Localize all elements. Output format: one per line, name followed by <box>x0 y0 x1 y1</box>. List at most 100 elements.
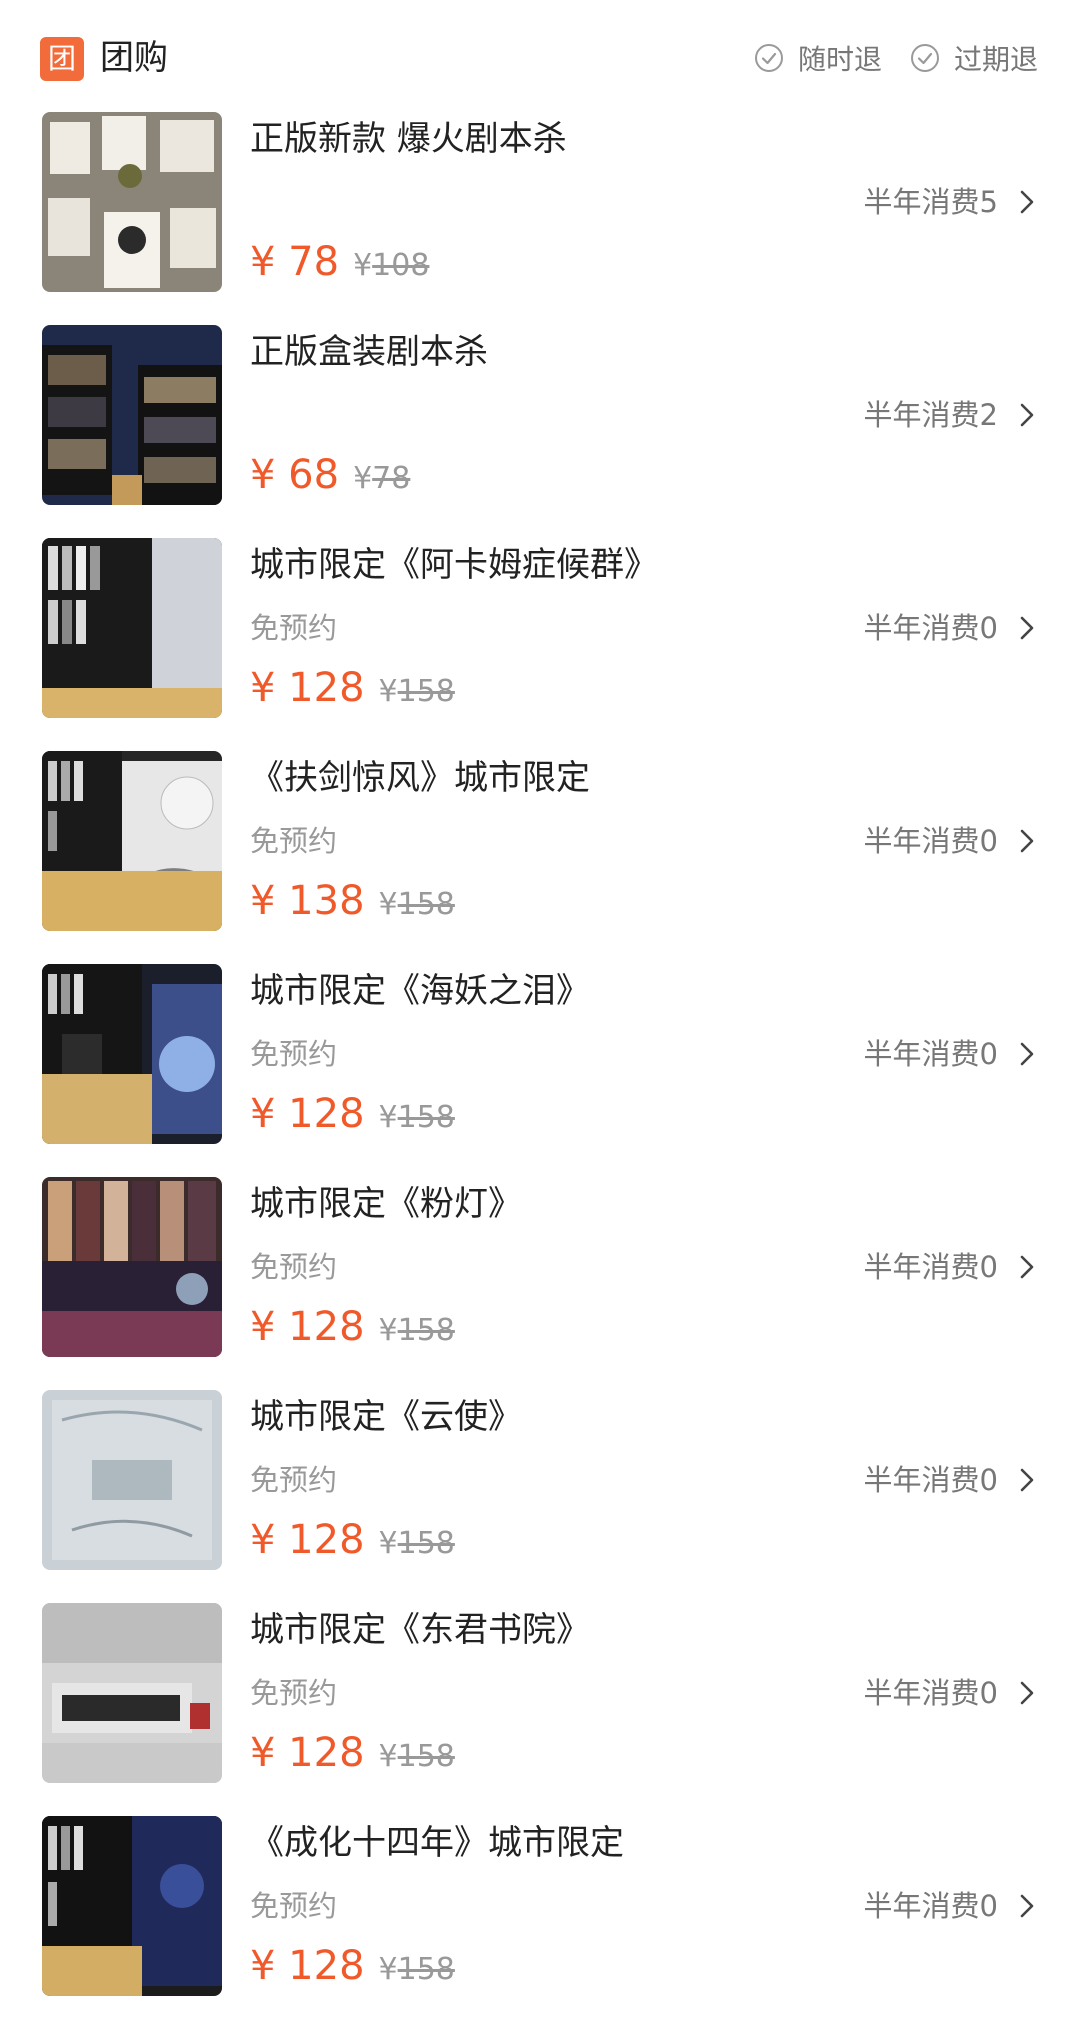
deal-original-price: ¥158 <box>379 1100 455 1135</box>
deal-price: ¥ 128 <box>250 1514 365 1566</box>
deal-sales-link[interactable]: 半年消费0 <box>864 1886 1038 1926</box>
groupbuy-logo-icon: 团 <box>40 37 84 81</box>
deal-item[interactable]: 城市限定《云使》 免预约 ¥ 128 ¥158 半年消费0 <box>0 1390 1080 1603</box>
chevron-right-icon <box>1020 190 1034 214</box>
deal-title: 城市限定《海妖之泪》 <box>250 971 590 1011</box>
deal-thumbnail <box>42 1603 222 1783</box>
deal-thumbnail-image <box>42 1603 222 1783</box>
sales-count: 半年消费0 <box>863 1463 998 1497</box>
deal-sales-link[interactable]: 半年消费0 <box>864 1460 1038 1500</box>
price-gap <box>275 239 288 285</box>
deal-item[interactable]: 正版盒装剧本杀 ¥ 68 ¥78 半年消费2 <box>0 325 1080 538</box>
deal-price: ¥ 78 <box>250 236 339 288</box>
deal-price: ¥ 128 <box>250 1301 365 1353</box>
original-price-value: 158 <box>397 674 455 709</box>
deal-sales-link[interactable]: 半年消费0 <box>864 1247 1038 1287</box>
currency-symbol: ¥ <box>250 665 276 711</box>
deal-sales-link[interactable]: 半年消费5 <box>864 182 1038 222</box>
price-value: 138 <box>288 878 365 924</box>
tag-refund-expired: 过期退 <box>910 38 1038 78</box>
price-value: 68 <box>288 452 340 498</box>
price-row: ¥ 128 ¥158 <box>250 1940 455 1992</box>
deal-thumbnail <box>42 112 222 292</box>
deal-price: ¥ 128 <box>250 662 365 714</box>
currency-symbol: ¥ <box>353 461 373 496</box>
deal-note: 免预约 <box>250 1889 338 1923</box>
deal-original-price: ¥158 <box>379 674 455 709</box>
deal-sales-link[interactable]: 半年消费0 <box>864 821 1038 861</box>
price-row: ¥ 128 ¥158 <box>250 1514 455 1566</box>
price-row: ¥ 128 ¥158 <box>250 1727 455 1779</box>
deal-thumbnail-image <box>42 751 222 931</box>
currency-symbol: ¥ <box>250 452 276 498</box>
price-row: ¥ 128 ¥158 <box>250 1301 455 1353</box>
deal-note: 免预约 <box>250 611 338 645</box>
deal-thumbnail <box>42 538 222 718</box>
price-value: 128 <box>288 1943 365 1989</box>
deal-original-price: ¥108 <box>353 248 429 283</box>
sales-count: 半年消费0 <box>863 1676 998 1710</box>
deal-title: 城市限定《阿卡姆症候群》 <box>250 545 658 585</box>
currency-symbol: ¥ <box>250 1943 276 1989</box>
currency-symbol: ¥ <box>250 1091 276 1137</box>
deal-item[interactable]: 《扶剑惊风》城市限定 免预约 ¥ 138 ¥158 半年消费0 <box>0 751 1080 964</box>
deal-sales-link[interactable]: 半年消费2 <box>864 395 1038 435</box>
original-price-value: 158 <box>397 1526 455 1561</box>
deal-thumbnail-image <box>42 1390 222 1570</box>
deal-price: ¥ 128 <box>250 1088 365 1140</box>
header-tags: 随时退 过期退 <box>726 36 1038 80</box>
deal-price: ¥ 128 <box>250 1940 365 1992</box>
deal-thumbnail <box>42 325 222 505</box>
deal-item[interactable]: 城市限定《海妖之泪》 免预约 ¥ 128 ¥158 半年消费0 <box>0 964 1080 1177</box>
price-gap <box>275 1304 288 1350</box>
deal-sales-link[interactable]: 半年消费0 <box>864 1034 1038 1074</box>
currency-symbol: ¥ <box>378 887 398 922</box>
deal-title: 《扶剑惊风》城市限定 <box>250 758 590 798</box>
price-row: ¥ 68 ¥78 <box>250 449 410 501</box>
check-circle-icon <box>910 44 939 72</box>
groupbuy-header: 团 团购 随时退 过期退 <box>0 0 1080 112</box>
deal-note: 免预约 <box>250 1250 338 1284</box>
deal-original-price: ¥158 <box>379 887 455 922</box>
chevron-right-icon <box>1020 1042 1034 1066</box>
currency-symbol: ¥ <box>250 1304 276 1350</box>
currency-symbol: ¥ <box>378 1313 398 1348</box>
deal-title: 正版新款 爆火剧本杀 <box>250 119 567 159</box>
original-price-value: 158 <box>397 887 455 922</box>
deal-item[interactable]: 《成化十四年》城市限定 免预约 ¥ 128 ¥158 半年消费0 <box>0 1816 1080 2029</box>
currency-symbol: ¥ <box>353 248 373 283</box>
deal-item[interactable]: 城市限定《粉灯》 免预约 ¥ 128 ¥158 半年消费0 <box>0 1177 1080 1390</box>
deal-item[interactable]: 正版新款 爆火剧本杀 ¥ 78 ¥108 半年消费5 <box>0 112 1080 325</box>
deal-thumbnail-image <box>42 1177 222 1357</box>
original-price-value: 158 <box>397 1100 455 1135</box>
deal-item[interactable]: 城市限定《东君书院》 免预约 ¥ 128 ¥158 半年消费0 <box>0 1603 1080 1816</box>
price-value: 128 <box>288 1517 365 1563</box>
deal-title: 正版盒装剧本杀 <box>250 332 488 372</box>
deal-thumbnail <box>42 1390 222 1570</box>
deal-sales-link[interactable]: 半年消费0 <box>864 1673 1038 1713</box>
deal-thumbnail <box>42 964 222 1144</box>
sales-count: 半年消费0 <box>863 1037 998 1071</box>
price-value: 128 <box>288 1304 365 1350</box>
price-gap <box>275 452 288 498</box>
original-price-value: 158 <box>397 1952 455 1987</box>
deal-price: ¥ 68 <box>250 449 339 501</box>
deal-title: 城市限定《云使》 <box>250 1397 522 1437</box>
currency-symbol: ¥ <box>250 1730 276 1776</box>
deal-price: ¥ 128 <box>250 1727 365 1779</box>
chevron-right-icon <box>1020 1894 1034 1918</box>
sales-count: 半年消费0 <box>863 1889 998 1923</box>
deal-title: 城市限定《东君书院》 <box>250 1610 590 1650</box>
price-gap <box>275 1091 288 1137</box>
original-price-value: 78 <box>372 461 411 496</box>
chevron-right-icon <box>1020 1468 1034 1492</box>
deal-thumbnail-image <box>42 1816 222 1996</box>
price-value: 128 <box>288 665 365 711</box>
price-row: ¥ 128 ¥158 <box>250 662 455 714</box>
chevron-right-icon <box>1020 1681 1034 1705</box>
currency-symbol: ¥ <box>250 1517 276 1563</box>
check-circle-icon <box>754 44 783 72</box>
deal-item[interactable]: 城市限定《阿卡姆症候群》 免预约 ¥ 128 ¥158 半年消费0 <box>0 538 1080 751</box>
deal-sales-link[interactable]: 半年消费0 <box>864 608 1038 648</box>
deal-original-price: ¥78 <box>353 461 410 496</box>
